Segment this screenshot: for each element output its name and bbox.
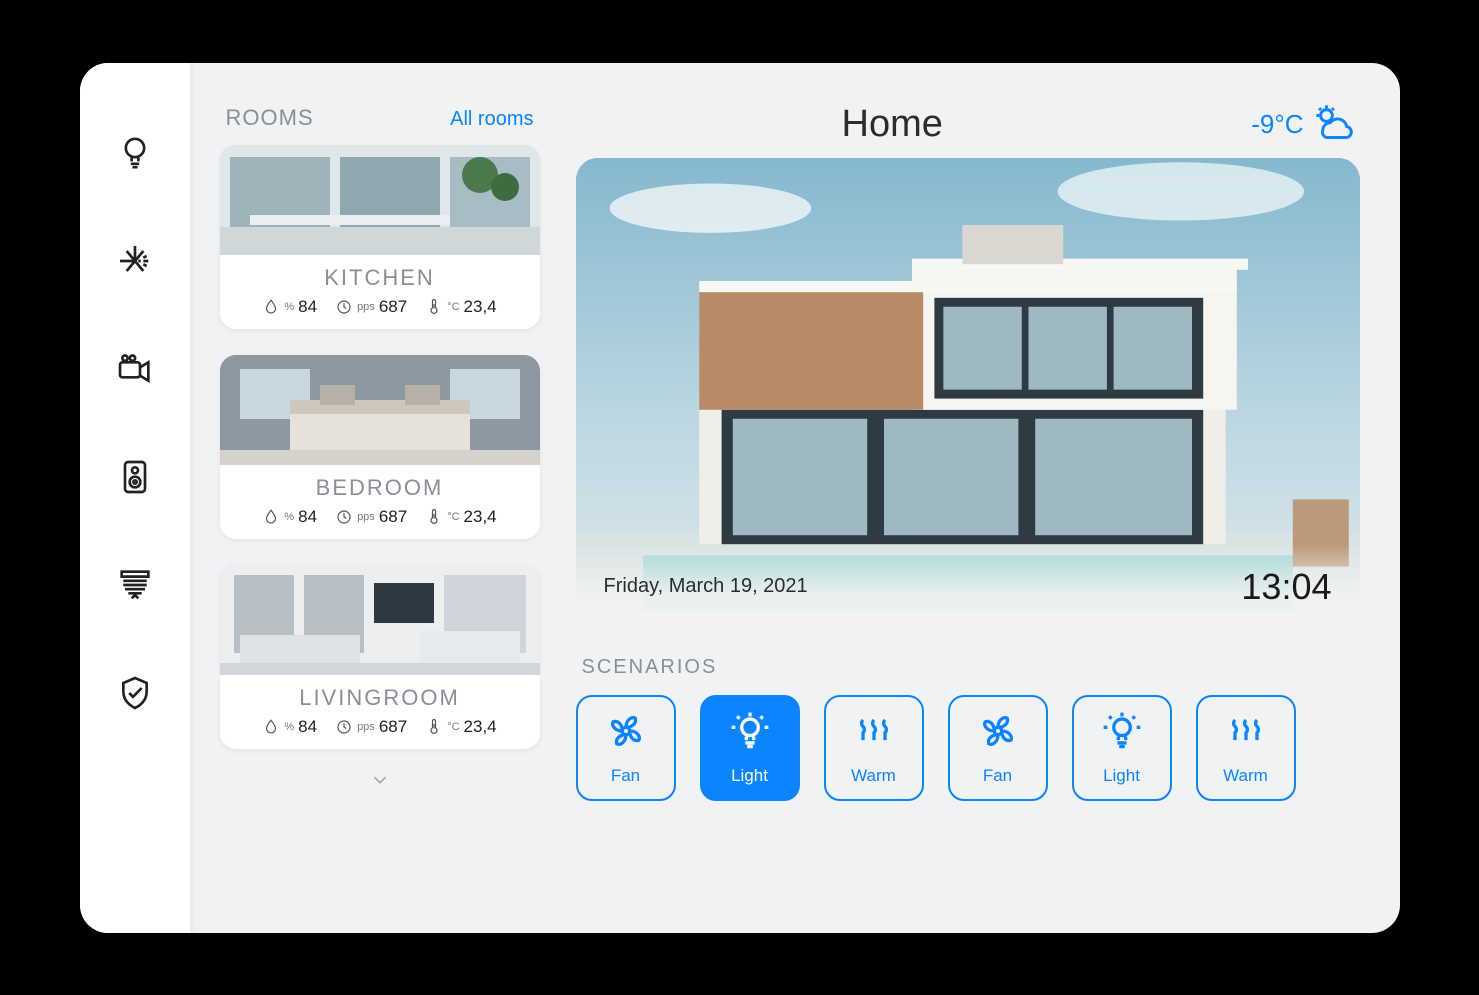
scenario-label: Light [1103, 766, 1140, 786]
scenario-light[interactable]: Light [700, 695, 800, 801]
partly-cloudy-icon [1310, 99, 1354, 150]
weather: -9°C [1251, 99, 1353, 150]
room-card[interactable]: BEDROOM % 84pps 687°C 23,4 [220, 355, 540, 539]
main-header: Home -9°C [576, 99, 1360, 158]
nav-climate[interactable] [112, 241, 158, 287]
room-stats: % 84pps 687°C 23,4 [220, 717, 540, 749]
pps-icon [335, 298, 353, 316]
speaker-icon [115, 457, 155, 502]
main-body: Friday, March 19, 2021 13:04 SCENARIOS F… [576, 158, 1360, 903]
humidity-icon [262, 508, 280, 526]
room-thumb [220, 145, 540, 255]
scenarios-heading: SCENARIOS [582, 656, 1360, 679]
home-hero: Friday, March 19, 2021 13:04 [576, 158, 1360, 628]
scenario-fan[interactable]: Fan [576, 695, 676, 801]
scenario-warm[interactable]: Warm [824, 695, 924, 801]
thermometer-icon [425, 718, 443, 736]
nav-security[interactable] [112, 673, 158, 719]
chevron-down-icon[interactable] [369, 769, 391, 791]
pps-icon [335, 718, 353, 736]
scenario-label: Fan [983, 766, 1012, 786]
page-title: Home [842, 103, 943, 146]
fan-icon [976, 709, 1020, 758]
humidity-icon [262, 298, 280, 316]
nav-light[interactable] [112, 133, 158, 179]
rooms-list: KITCHEN % 84pps 687°C 23,4 BEDROOM % 84pps … [220, 145, 540, 775]
scenario-label: Fan [611, 766, 640, 786]
all-rooms-link[interactable]: All rooms [450, 108, 533, 131]
thermometer-icon [425, 508, 443, 526]
room-stats: % 84pps 687°C 23,4 [220, 297, 540, 329]
warm-icon [852, 709, 896, 758]
rooms-heading: ROOMS [226, 105, 314, 131]
scenario-label: Warm [1223, 766, 1268, 786]
room-thumb [220, 355, 540, 465]
blinds-icon [115, 565, 155, 610]
room-thumb [220, 565, 540, 675]
shield-icon [115, 673, 155, 718]
app-frame: ROOMS All rooms KITCHEN % 84pps 687°C 23,… [80, 63, 1400, 933]
room-card[interactable]: KITCHEN % 84pps 687°C 23,4 [220, 145, 540, 329]
room-name: LIVINGROOM [220, 685, 540, 711]
bulb-icon [115, 133, 155, 178]
thermometer-icon [425, 298, 443, 316]
rooms-column: ROOMS All rooms KITCHEN % 84pps 687°C 23,… [220, 99, 540, 903]
nav-camera[interactable] [112, 349, 158, 395]
camera-icon [115, 349, 155, 394]
weather-temp: -9°C [1251, 109, 1303, 140]
room-card[interactable]: LIVINGROOM % 84pps 687°C 23,4 [220, 565, 540, 749]
scenario-light[interactable]: Light [1072, 695, 1172, 801]
content: ROOMS All rooms KITCHEN % 84pps 687°C 23,… [190, 63, 1400, 933]
fan-icon [604, 709, 648, 758]
light-icon [728, 709, 772, 758]
nav-speaker[interactable] [112, 457, 158, 503]
warm-icon [1224, 709, 1268, 758]
hero-time: 13:04 [1241, 566, 1331, 608]
scenario-label: Light [731, 766, 768, 786]
scenario-label: Warm [851, 766, 896, 786]
humidity-icon [262, 718, 280, 736]
hero-date: Friday, March 19, 2021 [604, 575, 808, 598]
room-stats: % 84pps 687°C 23,4 [220, 507, 540, 539]
room-name: BEDROOM [220, 475, 540, 501]
scenarios-row: Fan Light Warm Fan Light Warm [576, 695, 1360, 801]
scenario-warm[interactable]: Warm [1196, 695, 1296, 801]
scenario-fan[interactable]: Fan [948, 695, 1048, 801]
nav-blinds[interactable] [112, 565, 158, 611]
light-icon [1100, 709, 1144, 758]
room-name: KITCHEN [220, 265, 540, 291]
nav-rail [80, 63, 190, 933]
climate-icon [115, 241, 155, 286]
pps-icon [335, 508, 353, 526]
